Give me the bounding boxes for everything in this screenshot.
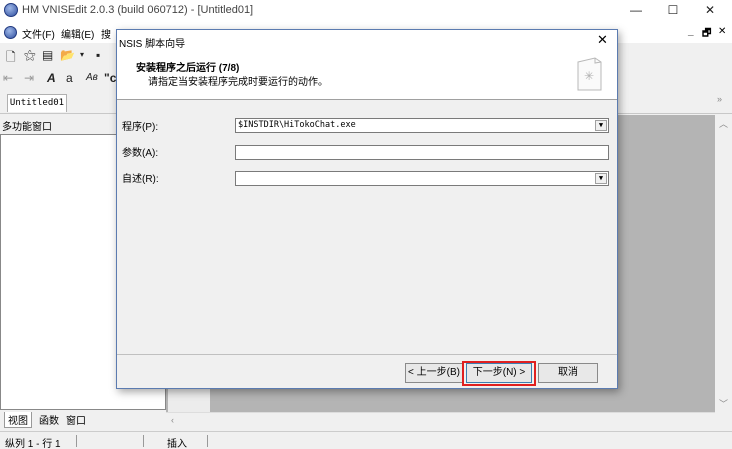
tab-view[interactable]: 视图 [4, 412, 32, 428]
parameters-label: 参数(A): [122, 148, 159, 159]
tab-scroll-icon[interactable]: » [717, 94, 722, 104]
readme-label: 自述(R): [122, 174, 159, 185]
document-icon[interactable] [4, 26, 17, 39]
app-titlebar: HM VNISEdit 2.0.3 (build 060712) - [Unti… [0, 0, 732, 22]
horizontal-scrollbar[interactable]: ‹ [166, 412, 715, 429]
cursor-position: 纵列 1 - 行 1 [5, 439, 61, 449]
chevron-down-icon[interactable]: ▼ [595, 120, 607, 131]
dropdown-arrow-icon[interactable]: ▾ [80, 50, 84, 59]
app-icon [4, 3, 18, 17]
svg-text:✳: ✳ [584, 69, 594, 83]
mdi-close-button[interactable]: ✕ [718, 26, 726, 37]
tab-functions[interactable]: 函数 [36, 412, 62, 427]
chevron-down-icon[interactable]: ▼ [595, 173, 607, 184]
tab-untitled01[interactable]: Untitled01 [7, 94, 67, 112]
save-icon[interactable]: ▪ [96, 48, 100, 62]
program-combobox[interactable]: $INSTDIR\HiTokoChat.exe ▼ [235, 118, 609, 133]
readme-combobox[interactable]: ▼ [235, 171, 609, 186]
back-button[interactable]: < 上一步(B) [405, 363, 463, 383]
panel-tabs: 视图 函数 窗口 [0, 410, 166, 430]
status-divider [143, 435, 144, 447]
mdi-restore-button[interactable]: 🗗 [702, 26, 711, 43]
wizard-dialog: NSIS 脚本向导 ✕ 安装程序之后运行 (7/8) 请指定当安装程序完成时要运… [116, 29, 618, 389]
dialog-close-button[interactable]: ✕ [597, 32, 608, 48]
scroll-up-icon[interactable]: ︿ [719, 117, 728, 130]
statusbar: 纵列 1 - 行 1 插入 [0, 431, 732, 449]
uppercase-icon[interactable]: A [47, 71, 56, 85]
menu-search[interactable]: 搜 [101, 26, 111, 41]
wizard-document-icon: ✳ [577, 57, 602, 91]
step-description: 请指定当安装程序完成时要运行的动作。 [148, 77, 328, 88]
dialog-divider [117, 354, 617, 355]
cancel-button[interactable]: 取消 [538, 363, 598, 383]
toggle-case-icon[interactable]: Aʙ [86, 72, 98, 83]
tab-windows[interactable]: 窗口 [63, 412, 89, 427]
lowercase-icon[interactable]: a [66, 71, 73, 85]
dialog-title: NSIS 脚本向导 [119, 39, 186, 50]
status-divider [207, 435, 208, 447]
program-label: 程序(P): [122, 122, 159, 133]
scroll-down-icon[interactable]: ﹀ [719, 397, 728, 410]
program-value: $INSTDIR\HiTokoChat.exe [238, 120, 356, 130]
dialog-header: 安装程序之后运行 (7/8) 请指定当安装程序完成时要运行的动作。 ✳ [117, 52, 617, 100]
mdi-minimize-button[interactable]: _ [688, 26, 694, 37]
insert-mode: 插入 [167, 439, 187, 449]
outdent-icon[interactable]: ⇤ [3, 71, 13, 85]
menu-file[interactable]: 文件(F) [22, 26, 55, 41]
open-folder-icon[interactable]: 📂 [60, 48, 75, 62]
next-button[interactable]: 下一步(N) > [466, 363, 532, 383]
step-heading: 安装程序之后运行 (7/8) [136, 63, 240, 74]
parameters-input[interactable] [235, 145, 609, 160]
scroll-left-icon[interactable]: ‹ [171, 415, 174, 425]
quote-icon[interactable]: "c [104, 71, 116, 85]
minimize-button[interactable]: — [618, 0, 654, 22]
vertical-scrollbar[interactable]: ︿ ﹀ [715, 115, 732, 412]
indent-icon[interactable]: ⇥ [24, 71, 34, 85]
template-icon[interactable]: ▤ [42, 48, 53, 62]
wizard-icon[interactable]: ⚝ [24, 48, 36, 63]
maximize-button[interactable]: ☐ [655, 0, 691, 22]
status-divider [76, 435, 77, 447]
close-button[interactable]: ✕ [692, 0, 728, 22]
dialog-titlebar: NSIS 脚本向导 ✕ [117, 30, 617, 52]
new-file-icon[interactable]: 🗋 [6, 48, 16, 69]
app-title: HM VNISEdit 2.0.3 (build 060712) - [Unti… [22, 4, 254, 16]
menu-edit[interactable]: 编辑(E) [61, 26, 94, 41]
